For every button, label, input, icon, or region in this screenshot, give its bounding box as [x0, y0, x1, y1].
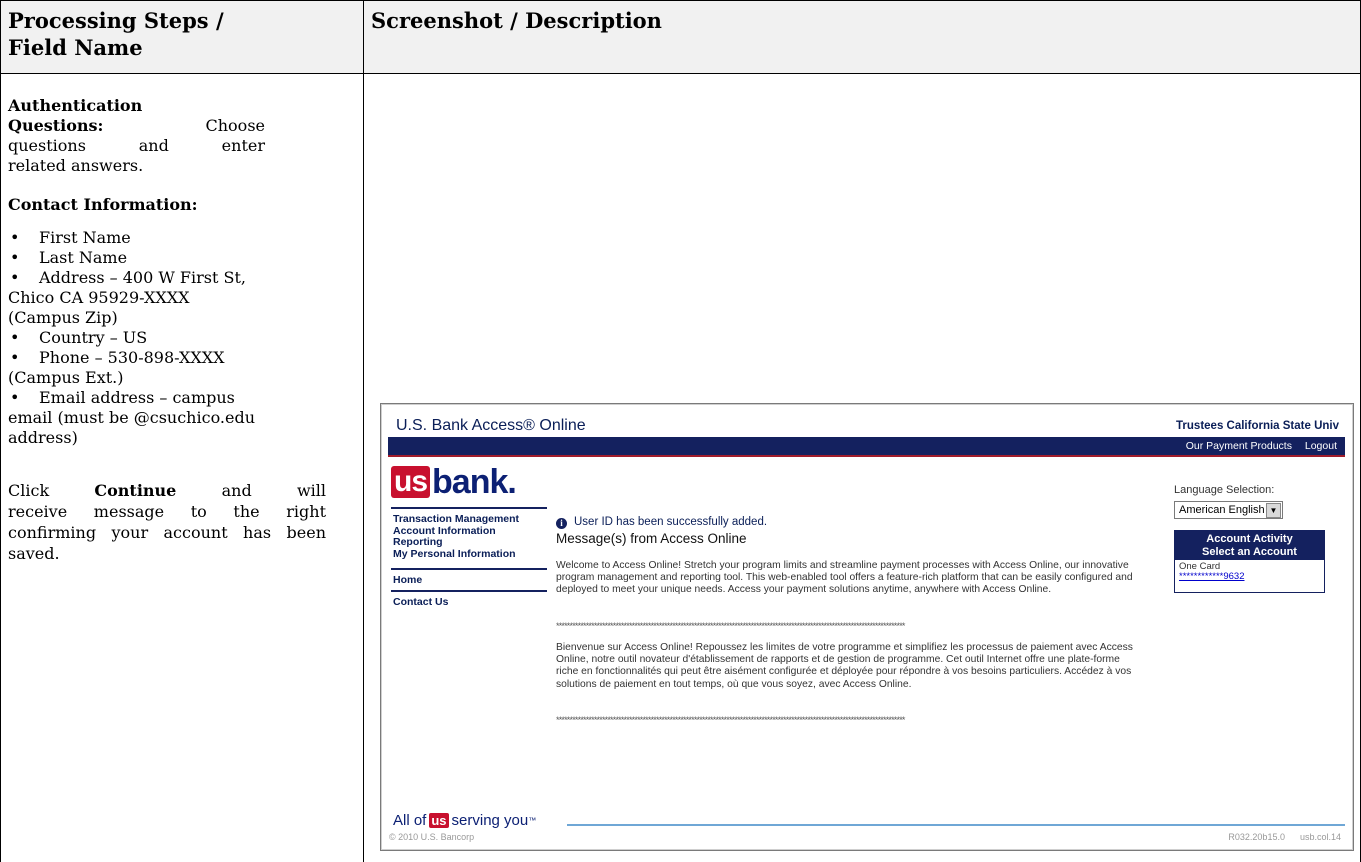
contact-list: • First Name • Last Name • Address – 400 W … — [8, 228, 326, 448]
nav-home[interactable]: Home — [391, 568, 547, 590]
nav-my-personal-information[interactable]: My Personal Information — [393, 548, 547, 561]
contact-label: Contact Information: — [8, 195, 198, 214]
side-nav: Transaction Management Account Informati… — [391, 507, 547, 639]
nav-reporting[interactable]: Reporting — [393, 536, 547, 549]
footer-rule — [567, 824, 1345, 826]
header-left-title: Processing Steps / Field Name — [8, 8, 224, 60]
top-nav-bar: Our Payment Products Logout — [388, 437, 1345, 457]
info-icon: i — [556, 518, 567, 529]
click-continue-note: Click Continue and will receive message to … — [8, 481, 326, 563]
list-item: • Email address – campus email (must be @c… — [8, 388, 256, 447]
nav-contact-us[interactable]: Contact Us — [391, 590, 547, 612]
messages-title: Message(s) from Access Online — [556, 531, 747, 546]
separator-stars: ****************************************… — [556, 621, 905, 631]
payment-products-link[interactable]: Our Payment Products — [1186, 440, 1292, 452]
table-border-top — [0, 0, 1361, 1]
auth-line-2: questions and enter — [8, 136, 265, 155]
procedure-table: Processing Steps / Field Name Screenshot… — [0, 0, 1361, 862]
language-select[interactable]: American English ▼ — [1174, 501, 1283, 519]
language-label: Language Selection: — [1174, 484, 1275, 496]
auth-line: Questions: Choose — [8, 116, 265, 135]
build-code: R032.20b15.0 usb.col.14 — [1228, 832, 1341, 842]
nav-transaction-management[interactable]: Transaction Management — [393, 513, 547, 526]
separator-stars: ****************************************… — [556, 715, 905, 725]
auth-line-3: related answers. — [8, 156, 144, 175]
access-online-screenshot: U.S. Bank Access® Online Trustees Califo… — [380, 403, 1354, 851]
success-message: i User ID has been successfully added. — [556, 516, 767, 529]
us-logo-small: us — [429, 813, 449, 828]
usbank-logo: us bank. — [391, 464, 517, 500]
message-english: Welcome to Access Online! Stretch your p… — [556, 560, 1133, 596]
chevron-down-icon[interactable]: ▼ — [1266, 503, 1281, 518]
message-french: Bienvenue sur Access Online! Repoussez l… — [556, 642, 1133, 690]
steps-column: Authentication Questions: Choose question… — [8, 96, 326, 564]
org-name: Trustees California State Univ — [1176, 420, 1339, 432]
auth-section: Authentication Questions: Choose question… — [8, 96, 326, 176]
nav-group: Transaction Management Account Informati… — [391, 509, 547, 568]
auth-label: Authentication — [8, 96, 143, 115]
list-item: • First Name — [10, 228, 131, 247]
header-right-title: Screenshot / Description — [371, 8, 662, 33]
list-item: • Address – 400 W First St, Chico CA 95929… — [8, 268, 246, 327]
list-item: • Last Name — [10, 248, 128, 267]
list-item: • Country – US — [10, 328, 148, 347]
list-item: • Phone – 530-898-XXXX (Campus Ext.) — [8, 348, 225, 387]
app-title: U.S. Bank Access® Online — [396, 417, 586, 434]
footer-slogan: All of us serving you ™ — [393, 812, 537, 829]
logout-link[interactable]: Logout — [1305, 440, 1337, 452]
top-links: Our Payment Products Logout — [1176, 440, 1337, 452]
table-header-divider — [0, 73, 1361, 74]
table-column-divider — [363, 0, 364, 862]
account-number-link[interactable]: ************9632 — [1175, 572, 1324, 582]
account-activity-box: Account Activity Select an Account One C… — [1174, 530, 1325, 593]
account-activity-header: Account Activity Select an Account — [1175, 531, 1324, 560]
copyright: © 2010 U.S. Bancorp — [389, 832, 475, 842]
table-border-left — [0, 0, 1, 862]
